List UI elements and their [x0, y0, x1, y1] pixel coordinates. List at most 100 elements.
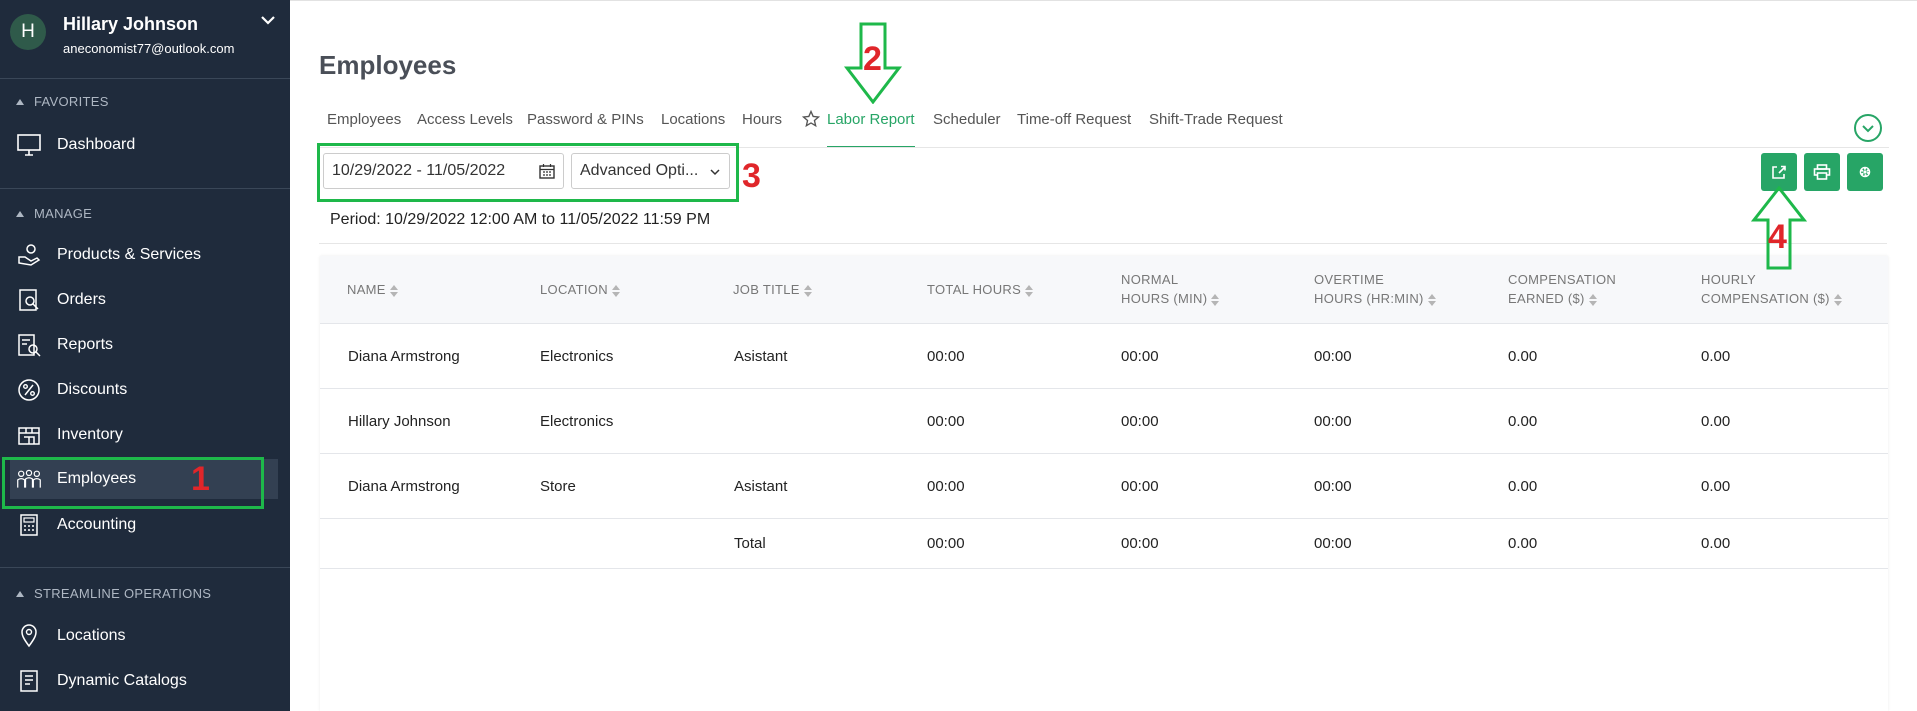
- header-label: EARNED ($): [1508, 291, 1585, 306]
- section-title-label: FAVORITES: [34, 94, 109, 109]
- cell-hourly-compensation: 0.00: [1701, 478, 1731, 495]
- sidebar-item-label: Dashboard: [57, 136, 136, 153]
- cell-overtime-hours: 00:00: [1314, 478, 1352, 495]
- column-header-total-hours[interactable]: TOTAL HOURS: [927, 280, 1034, 299]
- header-label: OVERTIME: [1314, 272, 1385, 287]
- column-header-compensation-earned[interactable]: COMPENSATION EARNED ($): [1508, 270, 1616, 308]
- tab-password-pins[interactable]: Password & PINs: [527, 108, 644, 148]
- collapse-button[interactable]: [1854, 114, 1882, 142]
- gear-icon: [1859, 166, 1871, 178]
- header-label: NORMAL: [1121, 272, 1179, 287]
- page-title: Employees: [319, 50, 457, 80]
- settings-button[interactable]: [1847, 153, 1883, 191]
- user-email: aneconomist77@outlook.com: [63, 41, 235, 56]
- sidebar-item-reports[interactable]: Reports: [10, 325, 278, 365]
- table-header: NAME LOCATION JOB TITLE TOTAL HOURS NORM…: [320, 256, 1888, 324]
- header-label: NAME: [347, 282, 386, 297]
- catalog-icon: [16, 668, 42, 694]
- table-row: Diana Armstrong Electronics Asistant 00:…: [320, 324, 1888, 389]
- tab-shift-trade-request[interactable]: Shift-Trade Request: [1149, 108, 1283, 148]
- tab-hours[interactable]: Hours: [742, 108, 782, 148]
- cell-compensation-earned: 0.00: [1508, 413, 1538, 430]
- sidebar-item-label: Products & Services: [57, 246, 202, 263]
- reports-icon: [16, 332, 42, 358]
- header-label: HOURS (HR:MIN): [1314, 291, 1424, 306]
- print-button[interactable]: [1804, 153, 1840, 191]
- section-favorites[interactable]: FAVORITES: [16, 94, 109, 109]
- sidebar-item-discounts[interactable]: Discounts: [10, 370, 278, 410]
- sidebar-item-inventory[interactable]: Inventory: [10, 415, 278, 455]
- sort-icon: [1427, 293, 1436, 306]
- column-header-hourly-compensation[interactable]: HOURLY COMPENSATION ($): [1701, 270, 1842, 308]
- sidebar-item-accounting[interactable]: Accounting: [10, 505, 278, 545]
- star-icon[interactable]: [802, 110, 820, 128]
- header-label: COMPENSATION ($): [1701, 291, 1830, 306]
- location-pin-icon: [16, 623, 42, 649]
- user-profile[interactable]: H Hillary Johnson aneconomist77@outlook.…: [0, 0, 290, 68]
- top-border: [290, 0, 1917, 4]
- cell-compensation-earned: 0.00: [1508, 478, 1538, 495]
- caret-up-icon: [16, 210, 24, 217]
- sort-icon: [1025, 284, 1034, 297]
- header-label: JOB TITLE: [733, 282, 800, 297]
- header-label: TOTAL HOURS: [927, 282, 1022, 297]
- divider: [0, 567, 290, 568]
- tab-time-off-request[interactable]: Time-off Request: [1017, 108, 1131, 148]
- cell-total-label: Total: [734, 535, 766, 552]
- column-header-location[interactable]: LOCATION: [540, 280, 620, 299]
- annotation-box-filters: [317, 143, 739, 202]
- chevron-down-icon[interactable]: [258, 10, 278, 30]
- sidebar-item-label: Orders: [57, 291, 106, 308]
- header-label: HOURLY: [1701, 272, 1757, 287]
- tab-scheduler[interactable]: Scheduler: [933, 108, 1001, 148]
- header-label: HOURS (MIN): [1121, 291, 1208, 306]
- section-manage[interactable]: MANAGE: [16, 206, 92, 221]
- cell-total-hours: 00:00: [927, 478, 965, 495]
- column-header-overtime-hours[interactable]: OVERTIME HOURS (HR:MIN): [1314, 270, 1436, 308]
- section-title-label: STREAMLINE OPERATIONS: [34, 586, 212, 601]
- user-name: Hillary Johnson: [63, 14, 199, 34]
- sidebar-item-locations[interactable]: Locations: [10, 616, 278, 656]
- orders-icon: [16, 287, 42, 313]
- cell-hourly-compensation: 0.00: [1701, 413, 1731, 430]
- table-row: Hillary Johnson Electronics 00:00 00:00 …: [320, 389, 1888, 454]
- sidebar-item-dynamic-catalogs[interactable]: Dynamic Catalogs: [10, 661, 278, 701]
- caret-up-icon: [16, 590, 24, 597]
- annotation-number-4: 4: [1768, 218, 1787, 256]
- cell-overtime-hours: 00:00: [1314, 413, 1352, 430]
- column-header-name[interactable]: NAME: [347, 280, 398, 299]
- cell-name: Diana Armstrong: [348, 478, 460, 495]
- cell-hourly-compensation: 0.00: [1701, 535, 1731, 552]
- section-divider: [319, 243, 1887, 244]
- cell-normal-hours: 00:00: [1121, 413, 1159, 430]
- column-header-job-title[interactable]: JOB TITLE: [733, 280, 812, 299]
- divider: [0, 78, 290, 79]
- annotation-number-1: 1: [191, 460, 210, 498]
- cell-hourly-compensation: 0.00: [1701, 348, 1731, 365]
- period-line: Period: 10/29/2022 12:00 AM to 11/05/202…: [330, 211, 710, 229]
- tab-locations[interactable]: Locations: [661, 108, 725, 148]
- annotation-number-3: 3: [742, 157, 761, 195]
- sidebar-item-label: Dynamic Catalogs: [57, 672, 187, 689]
- sort-icon: [803, 284, 812, 297]
- section-streamline-operations[interactable]: STREAMLINE OPERATIONS: [16, 586, 211, 601]
- sidebar-item-label: Inventory: [57, 426, 123, 443]
- cell-compensation-earned: 0.00: [1508, 348, 1538, 365]
- cell-normal-hours: 00:00: [1121, 348, 1159, 365]
- cell-location: Electronics: [540, 413, 614, 430]
- tab-employees[interactable]: Employees: [327, 108, 401, 148]
- sidebar-item-orders[interactable]: Orders: [10, 280, 278, 320]
- cell-normal-hours: 00:00: [1121, 478, 1159, 495]
- sidebar: H Hillary Johnson aneconomist77@outlook.…: [0, 0, 290, 711]
- tab-labor-report[interactable]: Labor Report: [827, 108, 915, 148]
- column-header-normal-hours[interactable]: NORMAL HOURS (MIN): [1121, 270, 1220, 308]
- table-row: Diana Armstrong Store Asistant 00:00 00:…: [320, 454, 1888, 519]
- sort-icon: [1833, 293, 1842, 306]
- cell-name: Hillary Johnson: [348, 413, 451, 430]
- tab-access-levels[interactable]: Access Levels: [417, 108, 513, 148]
- sidebar-item-products-services[interactable]: Products & Services: [10, 235, 278, 275]
- products-icon: [16, 242, 42, 268]
- header-label: LOCATION: [540, 282, 608, 297]
- sidebar-item-dashboard[interactable]: Dashboard: [10, 125, 278, 165]
- sort-icon: [1211, 293, 1220, 306]
